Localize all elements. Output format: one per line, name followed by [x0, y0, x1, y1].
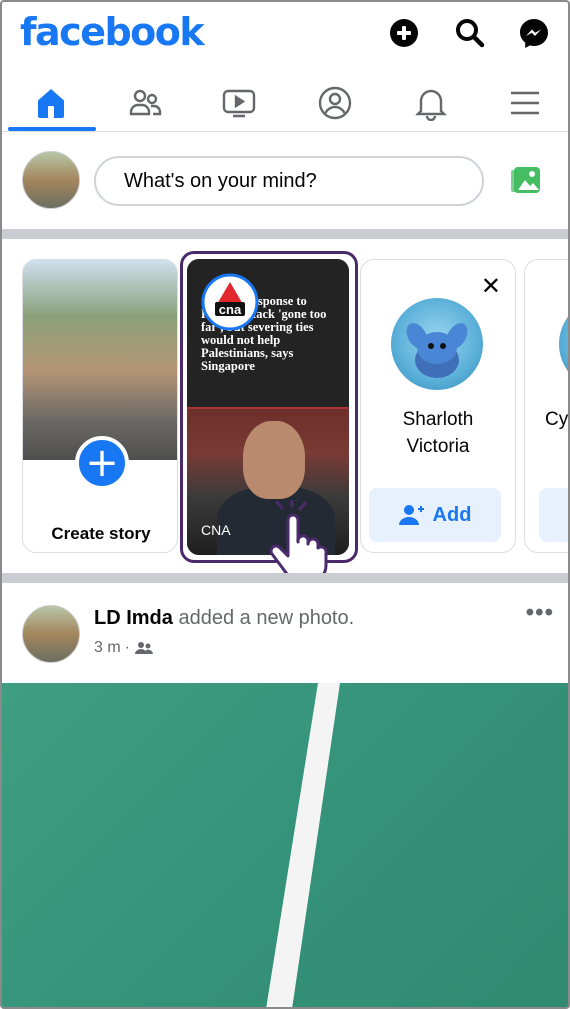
- hand-pointer-icon: [269, 500, 328, 582]
- tab-menu[interactable]: [478, 74, 568, 132]
- friend-suggestion-card[interactable]: Cy: [524, 259, 568, 553]
- friends-icon: [129, 89, 162, 116]
- friends-audience-icon: [135, 642, 153, 654]
- post-action: added a new photo.: [178, 607, 355, 629]
- tab-notifications[interactable]: [384, 74, 478, 132]
- create-story-card[interactable]: + Create story: [22, 259, 178, 553]
- avatar[interactable]: [22, 151, 80, 209]
- cna-logo[interactable]: cna: [200, 272, 260, 332]
- facebook-logo[interactable]: facebook: [20, 10, 205, 54]
- story-source-label: CNA: [201, 522, 231, 538]
- close-icon[interactable]: ✕: [481, 274, 501, 298]
- add-friend-button[interactable]: Add: [369, 488, 501, 542]
- post-composer: What's on your mind?: [2, 133, 568, 229]
- messenger-icon[interactable]: [518, 17, 550, 49]
- suggestion-name: Cy: [545, 409, 568, 430]
- add-user-icon: [398, 505, 424, 525]
- tab-profile[interactable]: [288, 74, 382, 132]
- top-header: facebook: [2, 2, 568, 72]
- tab-friends[interactable]: [98, 74, 192, 132]
- post-author[interactable]: LD Imda: [94, 607, 173, 629]
- avatar: [559, 298, 568, 390]
- search-icon[interactable]: [454, 17, 486, 49]
- whats-on-your-mind-input[interactable]: What's on your mind?: [94, 156, 484, 206]
- avatar: [391, 298, 483, 390]
- svg-text:cna: cna: [219, 302, 242, 317]
- nav-tabs: [2, 74, 568, 132]
- photo-icon[interactable]: [510, 163, 544, 197]
- video-icon: [222, 89, 256, 118]
- post-author-line: LD Imda added a new photo.: [94, 607, 354, 630]
- app-screen: facebook What's on your mind? + Create s…: [0, 0, 570, 1009]
- add-friend-button[interactable]: [539, 488, 568, 542]
- suggestion-name: Sharloth Victoria: [402, 409, 474, 457]
- post-photo[interactable]: [2, 683, 568, 1007]
- post-meta: 3 m ·: [94, 639, 154, 657]
- story-photo-face: [243, 421, 305, 499]
- section-divider: [2, 229, 568, 239]
- friend-suggestion-card[interactable]: ✕ Sharloth Victoria Add: [360, 259, 516, 553]
- create-story-photo: [23, 260, 177, 460]
- feed-post-header: LD Imda added a new photo. 3 m · •••: [2, 585, 568, 683]
- tab-home[interactable]: [4, 74, 98, 132]
- bell-icon: [415, 89, 447, 121]
- home-icon: [38, 89, 64, 118]
- court-line: [266, 683, 340, 1007]
- profile-icon: [318, 86, 352, 120]
- more-options-icon[interactable]: •••: [526, 599, 554, 627]
- tab-watch[interactable]: [192, 74, 286, 132]
- hamburger-icon: [511, 91, 539, 115]
- plus-circle-icon[interactable]: [388, 17, 420, 49]
- section-divider: [2, 573, 568, 583]
- create-story-label: Create story: [51, 524, 151, 543]
- meta-separator: ·: [124, 639, 130, 656]
- plus-icon[interactable]: +: [75, 436, 129, 490]
- avatar[interactable]: [22, 605, 80, 663]
- post-time[interactable]: 3 m: [94, 639, 121, 657]
- active-tab-indicator: [8, 127, 96, 131]
